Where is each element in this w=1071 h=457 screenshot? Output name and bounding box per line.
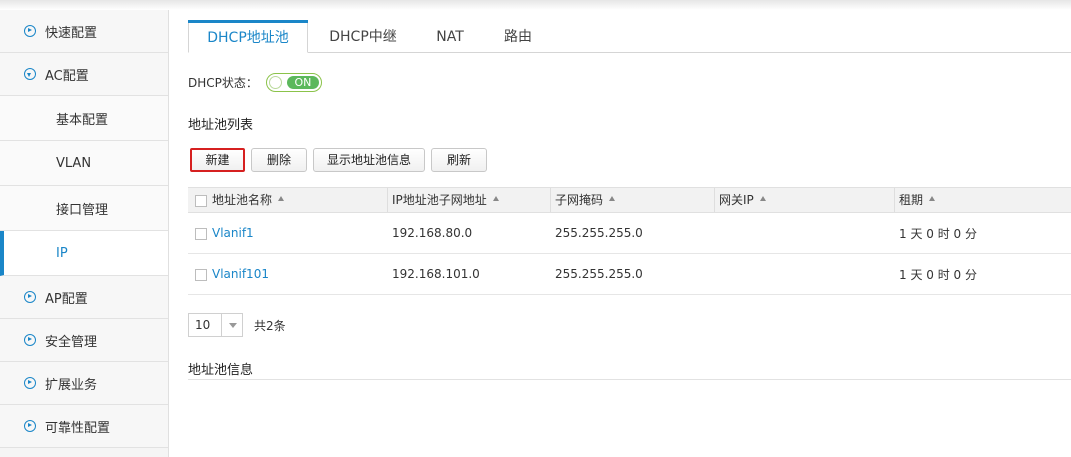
circle-play-icon xyxy=(24,334,36,346)
circle-play-icon xyxy=(24,420,36,432)
total-count: 共2条 xyxy=(254,318,286,333)
tab-route[interactable]: 路由 xyxy=(494,20,542,52)
col-lease[interactable]: 租期 xyxy=(895,188,1071,212)
pool-name-link[interactable]: Vlanif1 xyxy=(212,226,254,240)
sidebar-item-extended[interactable]: 扩展业务 xyxy=(0,362,168,405)
sidebar-item-label: AC配置 xyxy=(45,68,89,84)
page-size-value: 10 xyxy=(195,318,211,332)
dhcp-state-label: DHCP状态： xyxy=(188,76,258,90)
refresh-button[interactable]: 刷新 xyxy=(431,148,488,172)
sidebar-item-label: AP配置 xyxy=(45,291,88,307)
col-label: 网关IP xyxy=(719,193,754,207)
toggle-on-label: ON xyxy=(286,76,319,89)
sort-asc-icon xyxy=(278,196,285,201)
col-label: 地址池名称 xyxy=(212,193,273,207)
page-size-select[interactable]: 10 xyxy=(188,313,243,337)
lease-cell: 1 天 0 时 0 分 xyxy=(899,267,977,282)
col-gateway[interactable]: 网关IP xyxy=(715,188,895,212)
sidebar-item-label: 扩展业务 xyxy=(45,377,98,393)
show-pool-info-button[interactable]: 显示地址池信息 xyxy=(313,148,426,172)
sidebar-item-label: 可靠性配置 xyxy=(45,420,111,436)
tab-bar: DHCP地址池 DHCP中继 NAT 路由 xyxy=(188,20,1071,53)
sidebar-item-label: 快速配置 xyxy=(45,25,98,41)
circle-chevron-down-icon xyxy=(24,68,36,80)
circle-play-icon xyxy=(24,377,36,389)
tab-dhcp-relay[interactable]: DHCP中继 xyxy=(316,20,410,52)
pool-table: 地址池名称 IP地址池子网地址 子网掩码 网关IP 租期 Vlanif1 192… xyxy=(188,187,1071,295)
sidebar-subitem-ip[interactable]: IP xyxy=(0,231,168,276)
pool-name-link[interactable]: Vlanif101 xyxy=(212,267,269,281)
lease-cell: 1 天 0 时 0 分 xyxy=(899,226,977,241)
table-row: Vlanif1 192.168.80.0 255.255.255.0 1 天 0… xyxy=(188,213,1071,254)
chevron-down-icon[interactable] xyxy=(221,314,242,336)
pool-list-title: 地址池列表 xyxy=(188,118,254,133)
mask-cell: 255.255.255.0 xyxy=(555,267,643,281)
sidebar-subitem-interface[interactable]: 接口管理 xyxy=(0,186,168,231)
top-shadow xyxy=(0,0,1071,10)
sort-asc-icon xyxy=(492,196,499,201)
col-subnet[interactable]: IP地址池子网地址 xyxy=(388,188,551,212)
col-pool-name[interactable]: 地址池名称 xyxy=(188,188,388,212)
delete-button[interactable]: 删除 xyxy=(251,148,307,172)
sidebar-item-reliability[interactable]: 可靠性配置 xyxy=(0,405,168,448)
sidebar-item-security[interactable]: 安全管理 xyxy=(0,319,168,362)
table-row: Vlanif101 192.168.101.0 255.255.255.0 1 … xyxy=(188,254,1071,295)
table-header: 地址池名称 IP地址池子网地址 子网掩码 网关IP 租期 xyxy=(188,187,1071,213)
new-button[interactable]: 新建 xyxy=(190,148,245,172)
tab-dhcp-pool[interactable]: DHCP地址池 xyxy=(188,20,308,53)
mask-cell: 255.255.255.0 xyxy=(555,226,643,240)
toolbar: 新建 删除 显示地址池信息 刷新 xyxy=(190,148,493,172)
sidebar-subitem-vlan[interactable]: VLAN xyxy=(0,141,168,186)
sidebar-item-quick-config[interactable]: 快速配置 xyxy=(0,10,168,53)
sort-asc-icon xyxy=(609,196,616,201)
sidebar-item-ap-config[interactable]: AP配置 xyxy=(0,276,168,319)
sidebar-subitem-basic-config[interactable]: 基本配置 xyxy=(0,96,168,141)
pager: 10 共2条 xyxy=(188,313,286,337)
sidebar-item-label: 安全管理 xyxy=(45,334,98,350)
sort-asc-icon xyxy=(759,196,766,201)
subnet-cell: 192.168.80.0 xyxy=(392,226,473,240)
row-checkbox[interactable] xyxy=(195,268,207,281)
dhcp-toggle[interactable]: ON xyxy=(265,73,322,92)
subnet-cell: 192.168.101.0 xyxy=(392,267,480,281)
col-label: 租期 xyxy=(899,193,924,207)
pool-info-title: 地址池信息 xyxy=(188,359,1071,380)
row-checkbox[interactable] xyxy=(195,227,207,240)
col-label: 子网掩码 xyxy=(555,193,604,207)
circle-play-icon xyxy=(24,25,36,37)
col-label: IP地址池子网地址 xyxy=(392,193,487,207)
sidebar-item-ac-config[interactable]: AC配置 xyxy=(0,53,168,96)
tab-nat[interactable]: NAT xyxy=(424,20,476,52)
circle-play-icon xyxy=(24,291,36,303)
col-mask[interactable]: 子网掩码 xyxy=(551,188,715,212)
toggle-knob xyxy=(268,76,282,89)
dhcp-state: DHCP状态： ON xyxy=(188,73,322,92)
sidebar: 快速配置 AC配置 基本配置 VLAN 接口管理 IP AP配置 安全管理 扩展… xyxy=(0,10,169,457)
sort-asc-icon xyxy=(929,196,936,201)
select-all-checkbox[interactable] xyxy=(195,194,207,207)
